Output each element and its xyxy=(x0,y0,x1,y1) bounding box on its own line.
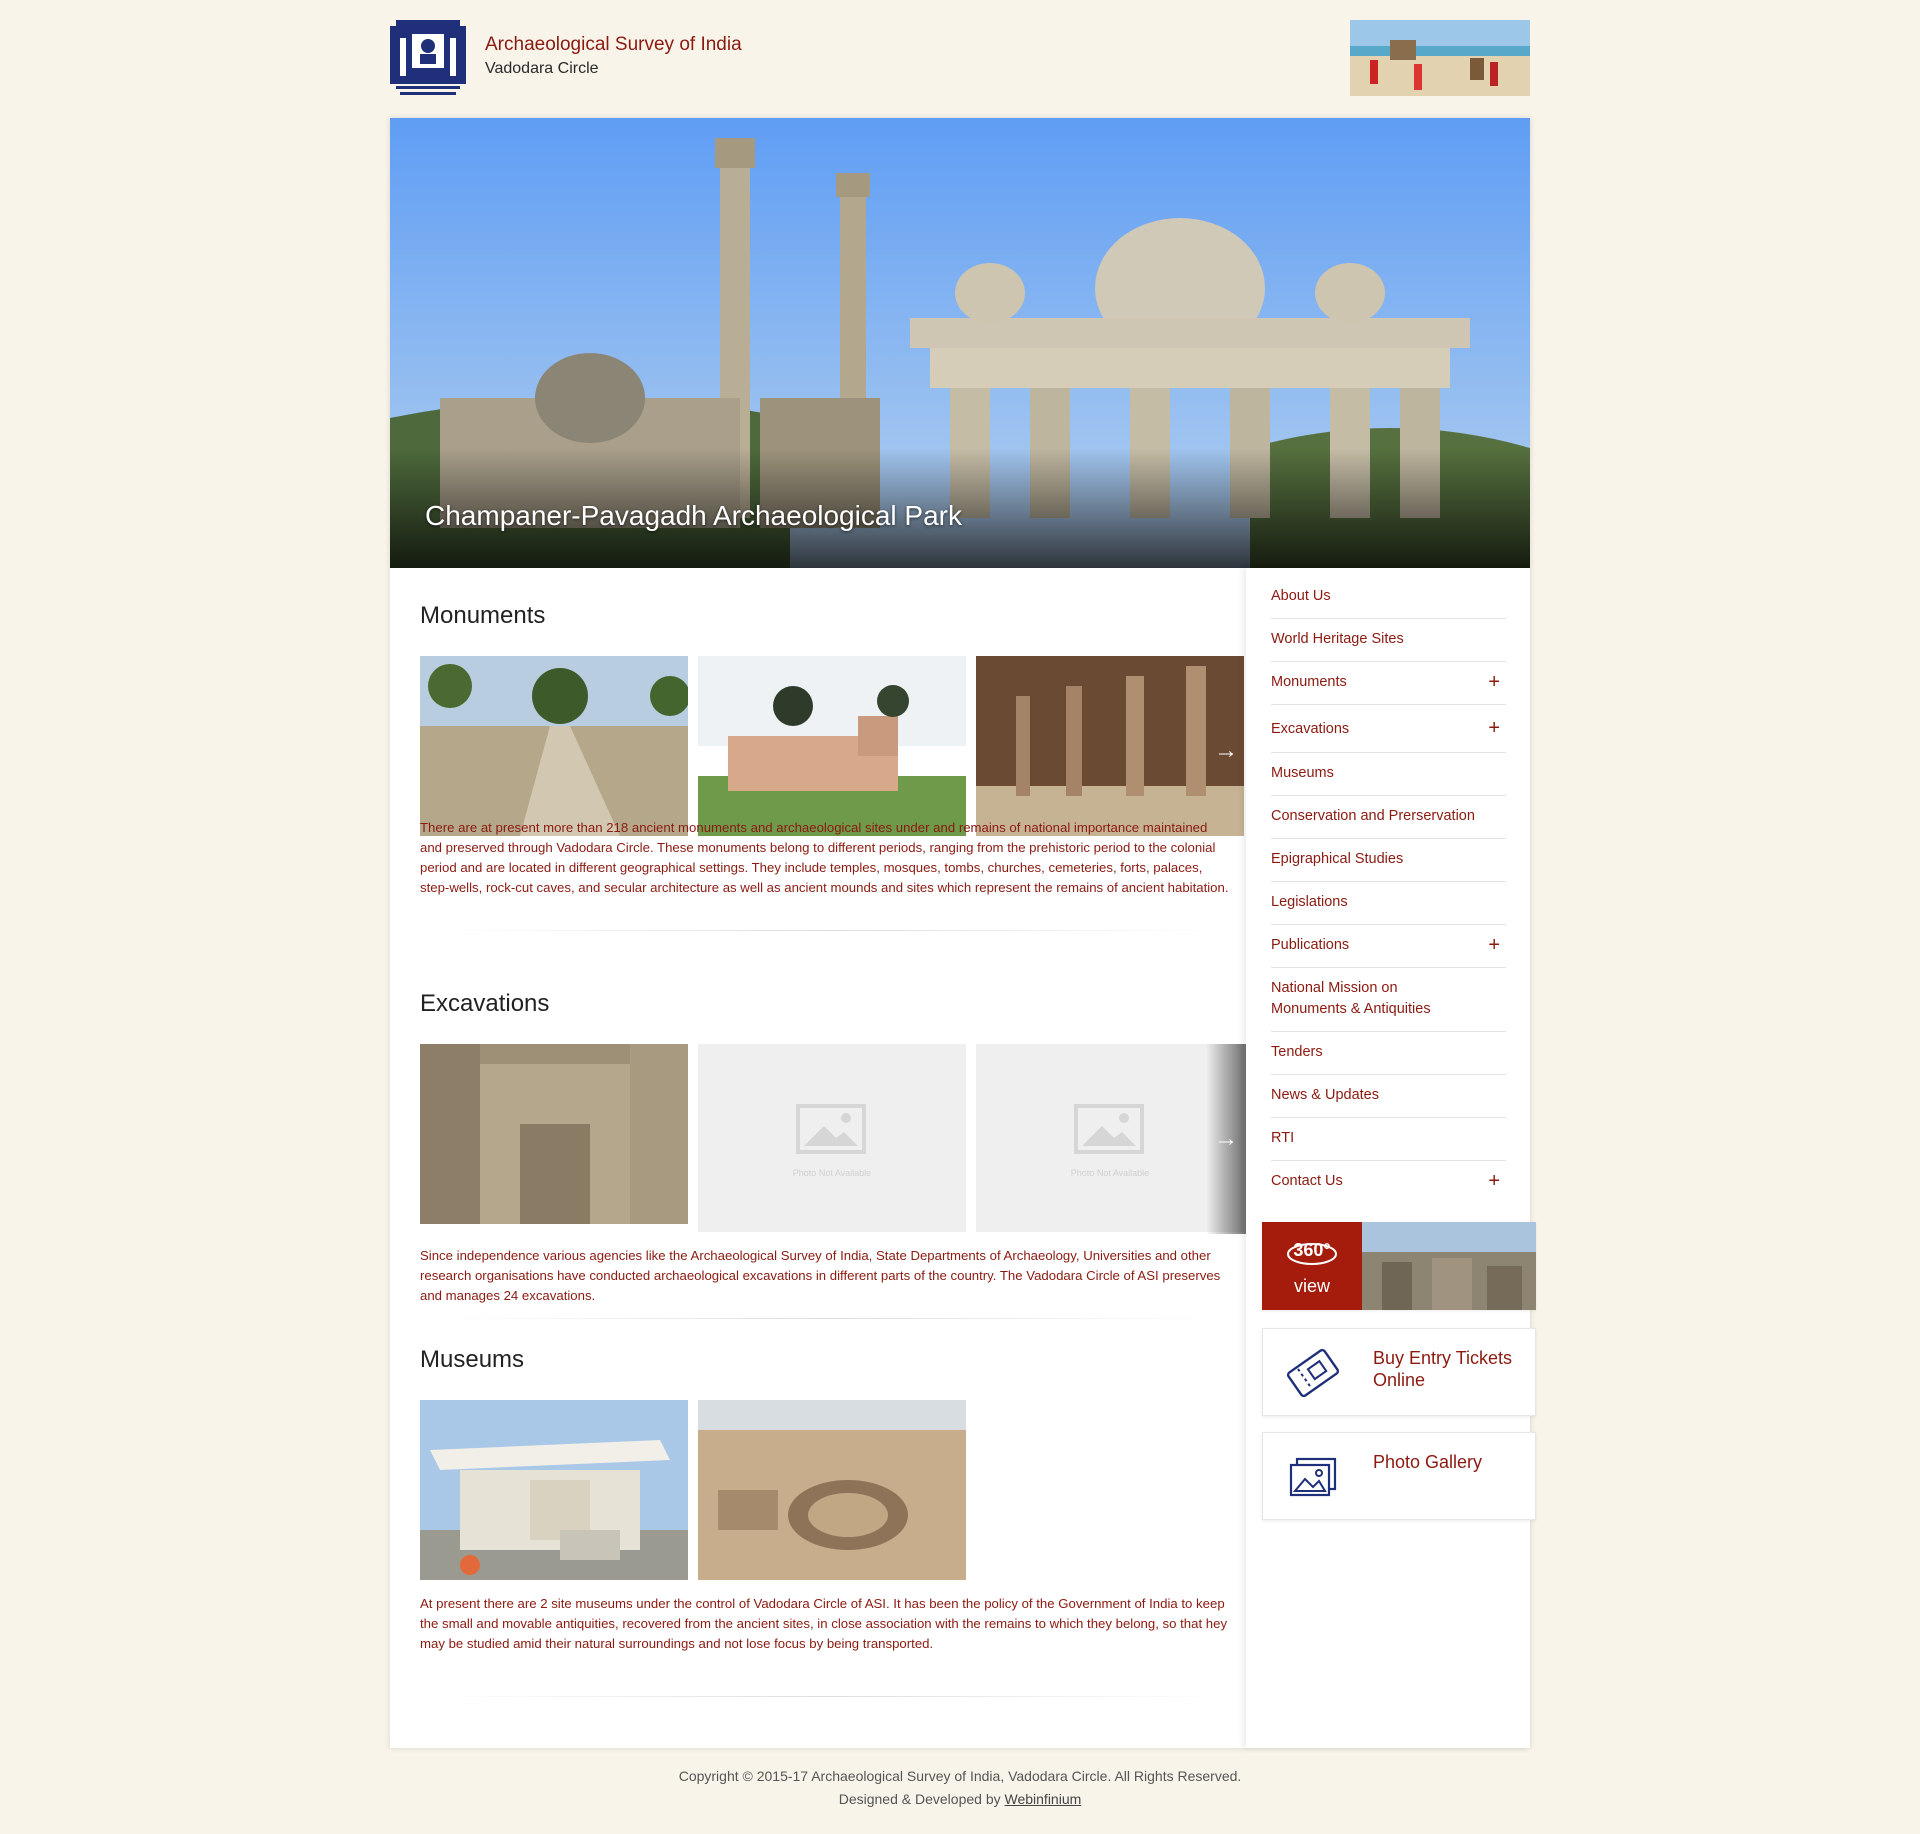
section-divider xyxy=(440,930,1220,931)
expand-plus-icon[interactable]: + xyxy=(1488,1171,1500,1191)
sidebar-item-monuments[interactable]: Monuments + xyxy=(1271,662,1506,705)
excavations-next-arrow[interactable]: → xyxy=(1206,1044,1246,1234)
sidebar-item-national-mission[interactable]: National Mission on Monuments & Antiquit… xyxy=(1271,968,1506,1032)
ticket-icon xyxy=(1286,1348,1340,1398)
monument-photo-3[interactable] xyxy=(976,656,1244,836)
section-divider xyxy=(440,1318,1220,1319)
sidebar-item-legislations[interactable]: Legislations xyxy=(1271,882,1506,925)
asi-logo[interactable] xyxy=(390,20,466,98)
view-360-preview-image xyxy=(1362,1222,1536,1310)
photo-not-available-label: Photo Not Available xyxy=(792,1168,872,1178)
monument-photo-1[interactable] xyxy=(420,656,688,836)
site-title[interactable]: Archaeological Survey of India xyxy=(485,34,742,56)
sidebar-item-contact-us[interactable]: Contact Us + xyxy=(1271,1161,1506,1203)
sidebar-item-label: Contact Us xyxy=(1271,1173,1343,1189)
museums-heading: Museums xyxy=(420,1346,525,1373)
excavations-description: Since independence various agencies like… xyxy=(420,1248,1221,1303)
sidebar-item-conservation[interactable]: Conservation and Prerservation xyxy=(1271,796,1506,839)
excavations-carousel[interactable]: Photo Not Available Photo Not Available … xyxy=(420,1044,1246,1234)
sidebar-item-label: Legislations xyxy=(1271,894,1348,910)
sidebar-item-publications[interactable]: Publications + xyxy=(1271,925,1506,968)
sidebar: About Us World Heritage Sites Monuments +… xyxy=(1246,568,1536,1748)
main-card: Champaner-Pavagadh Archaeological Park M… xyxy=(390,118,1536,1748)
sidebar-item-label: Tenders xyxy=(1271,1044,1323,1060)
expand-plus-icon[interactable]: + xyxy=(1488,718,1500,738)
view-360-degree-label: 360° xyxy=(1293,1240,1331,1260)
expand-plus-icon[interactable]: + xyxy=(1488,672,1500,692)
monuments-description: There are at present more than 218 ancie… xyxy=(420,820,1229,895)
excavation-photo-1[interactable] xyxy=(420,1044,688,1224)
sidebar-item-tenders[interactable]: Tenders xyxy=(1271,1032,1506,1075)
header-promo-image[interactable] xyxy=(1350,20,1530,96)
excavation-photo-placeholder-2[interactable]: Photo Not Available xyxy=(976,1044,1244,1232)
museum-photo-1[interactable] xyxy=(420,1400,688,1580)
sidebar-item-label: Museums xyxy=(1271,765,1334,781)
museum-photo-2[interactable] xyxy=(698,1400,966,1580)
sidebar-item-world-heritage-sites[interactable]: World Heritage Sites xyxy=(1271,619,1506,662)
footer-designed-by: Designed & Developed by xyxy=(838,1791,1001,1807)
sidebar-item-epigraphical-studies[interactable]: Epigraphical Studies xyxy=(1271,839,1506,882)
site-header: Archaeological Survey of India Vadodara … xyxy=(390,18,1530,100)
designer-link[interactable]: Webinfinium xyxy=(1005,1791,1082,1807)
excavations-heading: Excavations xyxy=(420,990,550,1017)
sidebar-item-museums[interactable]: Museums xyxy=(1271,753,1506,796)
sidebar-item-label: World Heritage Sites xyxy=(1271,631,1404,647)
monument-photo-2[interactable] xyxy=(698,656,966,836)
footer-credits: Designed & Developed by Webinfinium xyxy=(0,1791,1920,1807)
sidebar-item-label: Conservation and Prerservation xyxy=(1271,808,1475,824)
sidebar-item-label: Publications xyxy=(1271,937,1350,953)
site-subtitle: Vadodara Circle xyxy=(485,60,599,77)
hero-banner[interactable]: Champaner-Pavagadh Archaeological Park xyxy=(390,118,1530,568)
museums-description: At present there are 2 site museums unde… xyxy=(420,1596,1228,1651)
sidebar-menu: About Us World Heritage Sites Monuments +… xyxy=(1271,576,1506,1203)
museums-carousel[interactable] xyxy=(420,1400,1246,1590)
view-360-widget[interactable]: 360° view xyxy=(1262,1222,1536,1310)
sidebar-item-rti[interactable]: RTI xyxy=(1271,1118,1506,1161)
photo-gallery-widget[interactable]: Photo Gallery xyxy=(1262,1432,1536,1520)
sidebar-item-label: RTI xyxy=(1271,1130,1295,1146)
photo-not-available-label: Photo Not Available xyxy=(1070,1168,1150,1178)
footer-copyright: Copyright © 2015-17 Archaeological Surve… xyxy=(678,1768,1242,1784)
sidebar-item-excavations[interactable]: Excavations + xyxy=(1271,705,1506,753)
sidebar-item-news-updates[interactable]: News & Updates xyxy=(1271,1075,1506,1118)
sidebar-item-label: Excavations xyxy=(1271,721,1350,737)
photo-gallery-icon xyxy=(1289,1457,1337,1497)
sidebar-item-label: Monuments xyxy=(1271,674,1347,690)
sidebar-item-label: News & Updates xyxy=(1271,1087,1379,1103)
sidebar-item-label: Epigraphical Studies xyxy=(1271,851,1404,867)
monuments-heading: Monuments xyxy=(420,602,546,629)
excavation-photo-placeholder-1[interactable]: Photo Not Available xyxy=(698,1044,966,1232)
section-divider xyxy=(440,1696,1220,1697)
sidebar-item-label: National Mission on Monuments & Antiquit… xyxy=(1271,980,1431,1017)
sidebar-item-about-us[interactable]: About Us xyxy=(1271,576,1506,619)
hero-caption: Champaner-Pavagadh Archaeological Park xyxy=(425,500,962,531)
view-360-badge: 360° view xyxy=(1262,1222,1362,1310)
buy-tickets-widget[interactable]: Buy Entry Tickets Online xyxy=(1262,1328,1536,1416)
photo-gallery-label: Photo Gallery xyxy=(1373,1452,1483,1472)
view-360-label: view xyxy=(1293,1276,1330,1296)
buy-tickets-label: Buy Entry Tickets Online xyxy=(1373,1348,1513,1390)
sidebar-item-label: About Us xyxy=(1271,588,1331,604)
expand-plus-icon[interactable]: + xyxy=(1488,935,1500,955)
